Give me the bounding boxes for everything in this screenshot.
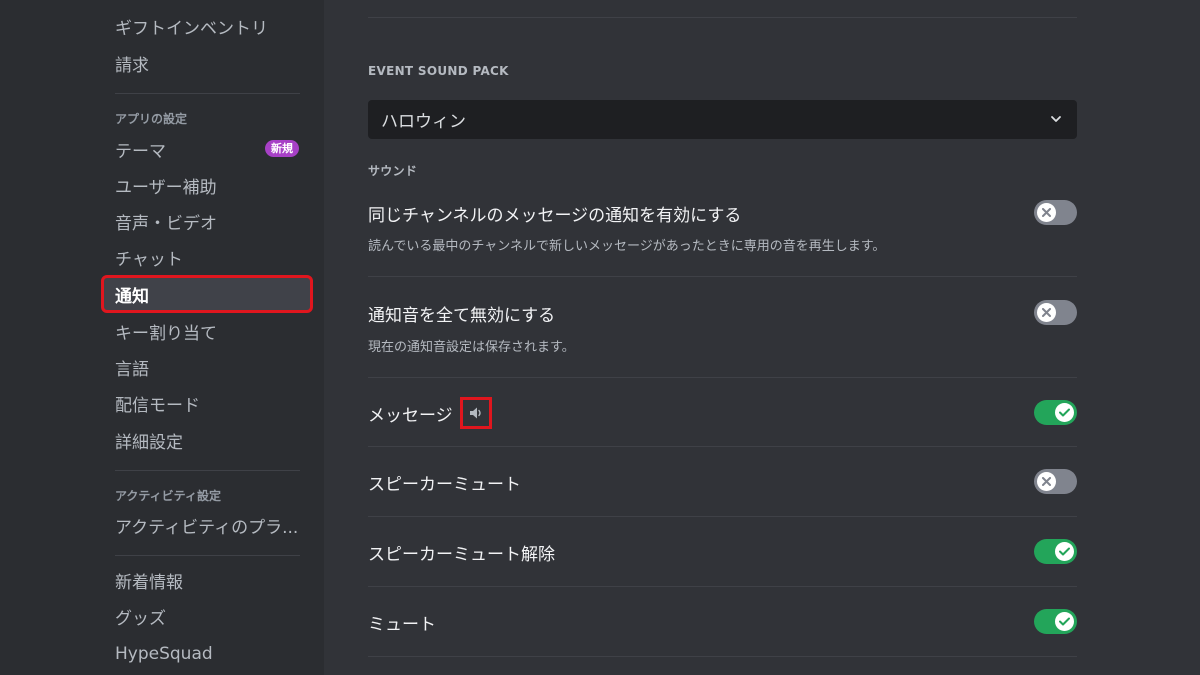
row-divider: [368, 377, 1077, 378]
setting-desc-disable-all-sounds: 現在の通知音設定は保存されます。: [368, 340, 575, 355]
check-icon: [1059, 408, 1070, 417]
sidebar-item-hypesquad[interactable]: HypeSquad: [103, 637, 311, 671]
new-badge: 新規: [265, 140, 299, 157]
sidebar-item-streamer-mode[interactable]: 配信モード: [103, 386, 311, 420]
setting-title-mute: ミュート: [368, 615, 436, 635]
row-divider: [368, 656, 1077, 657]
sidebar-divider: [115, 470, 300, 471]
setting-desc-same-channel: 読んでいる最中のチャンネルで新しいメッセージがあったときに専用の音を再生します。: [368, 239, 886, 254]
row-divider: [368, 586, 1077, 587]
sidebar-item-language[interactable]: 言語: [103, 350, 311, 384]
setting-title-same-channel: 同じチャンネルのメッセージの通知を有効にする: [368, 206, 742, 226]
sidebar-item-accessibility[interactable]: ユーザー補助: [103, 168, 311, 202]
event-sound-pack-select[interactable]: ハロウィン: [368, 100, 1077, 139]
event-sound-pack-label: EVENT SOUND PACK: [368, 64, 509, 78]
toggle-deafen-sound[interactable]: [1034, 469, 1077, 494]
sidebar-divider: [115, 555, 300, 556]
check-icon: [1059, 617, 1070, 626]
toggle-disable-all-sounds[interactable]: [1034, 300, 1077, 325]
section-divider: [368, 17, 1077, 18]
toggle-mute-sound[interactable]: [1034, 609, 1077, 634]
toggle-undeafen-sound[interactable]: [1034, 539, 1077, 564]
x-icon: [1042, 477, 1051, 486]
sidebar-item-whats-new[interactable]: 新着情報: [103, 563, 311, 597]
setting-title-undeafen: スピーカーミュート解除: [368, 545, 555, 565]
sidebar-item-activity-privacy[interactable]: アクティビティのプラ...: [103, 508, 311, 542]
sidebar-header-activity: アクティビティ設定: [115, 489, 221, 503]
row-divider: [368, 276, 1077, 277]
sidebar-item-chat[interactable]: チャット: [103, 240, 311, 274]
row-divider: [368, 516, 1077, 517]
toggle-message-sound[interactable]: [1034, 400, 1077, 425]
speaker-icon: [470, 407, 481, 419]
x-icon: [1042, 208, 1051, 217]
chevron-down-icon: [1051, 116, 1061, 122]
select-value: ハロウィン: [381, 112, 466, 132]
sidebar-item-voice-video[interactable]: 音声・ビデオ: [103, 204, 311, 238]
sidebar-divider: [115, 93, 300, 94]
sidebar-item-notifications[interactable]: 通知: [101, 275, 313, 313]
sidebar-item-billing[interactable]: 請求: [103, 46, 311, 80]
sidebar-item-keybinds[interactable]: キー割り当て: [103, 314, 311, 348]
check-icon: [1059, 547, 1070, 556]
toggle-same-channel-notifications[interactable]: [1034, 200, 1077, 225]
setting-title-deafen: スピーカーミュート: [368, 475, 521, 495]
setting-title-disable-all-sounds: 通知音を全て無効にする: [368, 306, 556, 326]
sidebar-header-app-settings: アプリの設定: [115, 112, 188, 126]
preview-sound-button[interactable]: [460, 397, 492, 429]
settings-sidebar: ギフトインベントリ 請求 アプリの設定 テーマ 新規 ユーザー補助 音声・ビデオ…: [0, 0, 324, 675]
sidebar-item-merch[interactable]: グッズ: [103, 599, 311, 633]
sidebar-item-advanced[interactable]: 詳細設定: [103, 423, 311, 457]
setting-title-message: メッセージ: [368, 406, 453, 426]
sound-section-label: サウンド: [368, 164, 418, 178]
sidebar-item-gift-inventory[interactable]: ギフトインベントリ: [103, 9, 311, 43]
row-divider: [368, 446, 1077, 447]
sidebar-item-theme[interactable]: テーマ 新規: [103, 132, 311, 166]
x-icon: [1042, 308, 1051, 317]
